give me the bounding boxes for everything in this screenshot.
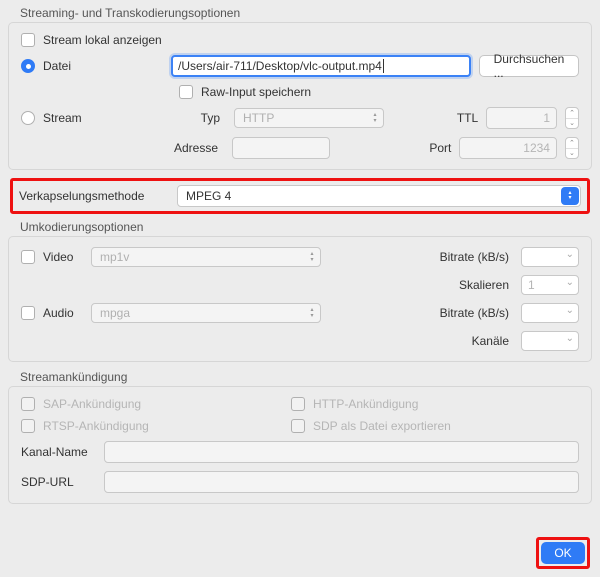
encapsulation-highlight: Verkapselungsmethode MPEG 4 ▴▾ xyxy=(10,178,590,214)
stepper-down-icon[interactable]: ⌄ xyxy=(566,149,578,159)
audio-channels-popup[interactable] xyxy=(521,331,579,351)
audio-bitrate-popup[interactable] xyxy=(521,303,579,323)
raw-input-label: Raw-Input speichern xyxy=(201,85,311,99)
video-bitrate-popup[interactable] xyxy=(521,247,579,267)
updown-arrows-icon: ▴▾ xyxy=(307,306,317,320)
encapsulation-label: Verkapselungsmethode xyxy=(19,189,169,203)
address-label: Adresse xyxy=(169,141,224,155)
video-bitrate-label: Bitrate (kB/s) xyxy=(433,250,513,264)
show-local-checkbox[interactable] xyxy=(21,33,35,47)
type-value: HTTP xyxy=(243,111,274,125)
stream-radio-label: Stream xyxy=(43,111,163,125)
port-label: Port xyxy=(429,141,451,155)
audio-codec-value: mpga xyxy=(100,306,130,320)
show-local-label: Stream lokal anzeigen xyxy=(43,33,162,47)
address-input[interactable] xyxy=(232,137,330,159)
browse-button[interactable]: Durchsuchen ... xyxy=(479,55,579,77)
ttl-label: TTL xyxy=(457,111,478,125)
ttl-value: 1 xyxy=(493,111,550,125)
sdp-url-label: SDP-URL xyxy=(21,475,96,489)
ok-button[interactable]: OK xyxy=(541,542,585,564)
ok-highlight: OK xyxy=(536,537,590,569)
video-scale-value: 1 xyxy=(528,278,535,292)
file-path-text: /Users/air-711/Desktop/vlc-output.mp4 xyxy=(178,59,382,73)
rtsp-label: RTSP-Ankündigung xyxy=(43,419,283,433)
audio-label: Audio xyxy=(43,306,83,320)
updown-arrows-icon: ▴▾ xyxy=(370,111,380,125)
port-stepper[interactable]: ⌃ ⌄ xyxy=(565,137,579,159)
video-codec-popup[interactable]: mp1v ▴▾ xyxy=(91,247,321,267)
sdp-export-checkbox xyxy=(291,419,305,433)
file-path-input[interactable]: /Users/air-711/Desktop/vlc-output.mp4 xyxy=(171,55,471,77)
stepper-down-icon[interactable]: ⌄ xyxy=(566,119,578,129)
stepper-up-icon[interactable]: ⌃ xyxy=(566,108,578,119)
streaming-group: Stream lokal anzeigen Datei /Users/air-7… xyxy=(8,22,592,170)
video-checkbox[interactable] xyxy=(21,250,35,264)
video-label: Video xyxy=(43,250,83,264)
file-radio[interactable] xyxy=(21,59,35,73)
http-label: HTTP-Ankündigung xyxy=(313,397,418,411)
rtsp-checkbox xyxy=(21,419,35,433)
file-radio-label: Datei xyxy=(43,59,163,73)
audio-bitrate-label: Bitrate (kB/s) xyxy=(433,306,513,320)
transcoding-group-title: Umkodierungsoptionen xyxy=(20,220,592,234)
text-caret-icon xyxy=(383,59,384,73)
transcoding-group: Video mp1v ▴▾ Bitrate (kB/s) Skalieren 1… xyxy=(8,236,592,362)
port-placeholder: 1234 xyxy=(466,141,550,155)
port-input[interactable]: 1234 xyxy=(459,137,557,159)
sap-checkbox xyxy=(21,397,35,411)
stream-radio[interactable] xyxy=(21,111,35,125)
audio-codec-popup[interactable]: mpga ▴▾ xyxy=(91,303,321,323)
video-scale-label: Skalieren xyxy=(433,278,513,292)
sap-label: SAP-Ankündigung xyxy=(43,397,283,411)
ttl-stepper[interactable]: ⌃ ⌄ xyxy=(565,107,579,129)
channel-name-label: Kanal-Name xyxy=(21,445,96,459)
streaming-group-title: Streaming- und Transkodierungsoptionen xyxy=(20,6,592,20)
stepper-up-icon[interactable]: ⌃ xyxy=(566,138,578,149)
encapsulation-popup[interactable]: MPEG 4 ▴▾ xyxy=(177,185,581,207)
raw-input-checkbox[interactable] xyxy=(179,85,193,99)
encapsulation-value: MPEG 4 xyxy=(186,189,231,203)
type-popup[interactable]: HTTP ▴▾ xyxy=(234,108,384,128)
sdp-url-input[interactable] xyxy=(104,471,579,493)
dropdown-arrows-icon: ▴▾ xyxy=(561,187,579,205)
channel-name-input[interactable] xyxy=(104,441,579,463)
type-label: Typ xyxy=(171,111,226,125)
http-checkbox xyxy=(291,397,305,411)
audio-checkbox[interactable] xyxy=(21,306,35,320)
updown-arrows-icon: ▴▾ xyxy=(307,250,317,264)
video-codec-value: mp1v xyxy=(100,250,129,264)
audio-channels-label: Kanäle xyxy=(433,334,513,348)
announce-group: SAP-Ankündigung HTTP-Ankündigung RTSP-An… xyxy=(8,386,592,504)
ttl-input[interactable]: 1 xyxy=(486,107,557,129)
announce-group-title: Streamankündigung xyxy=(20,370,592,384)
sdp-export-label: SDP als Datei exportieren xyxy=(313,419,451,433)
video-scale-popup[interactable]: 1 xyxy=(521,275,579,295)
